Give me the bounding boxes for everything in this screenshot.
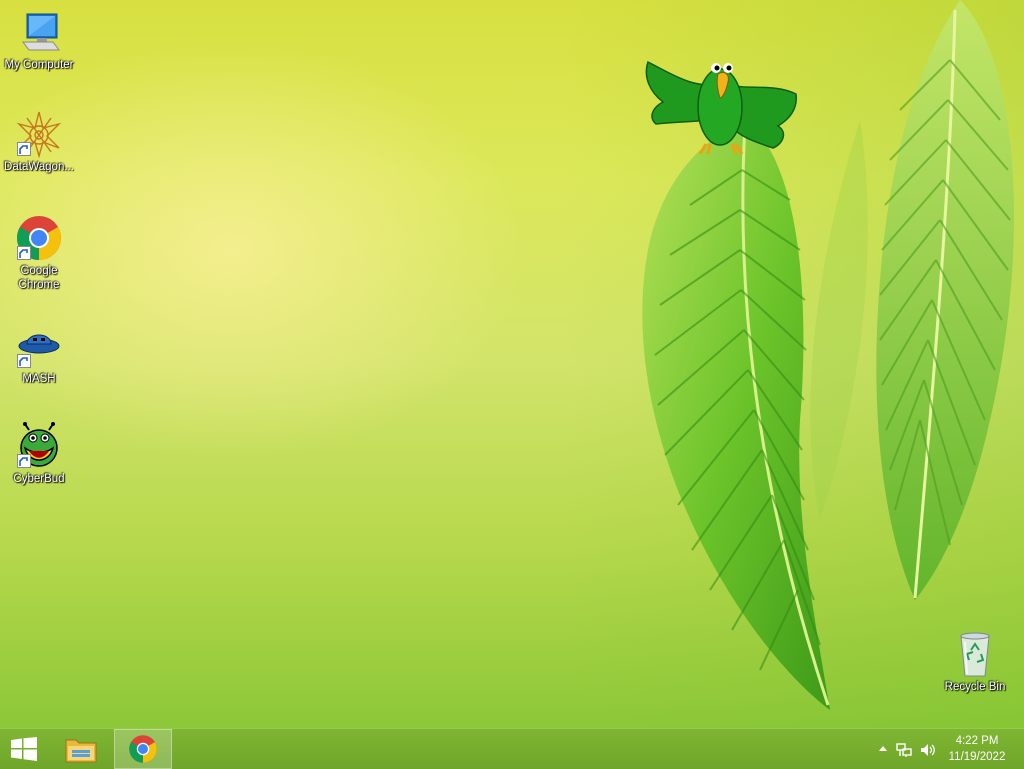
taskbar-google-chrome[interactable] [114,729,172,769]
desktop-icon-google-chrome[interactable]: Google Chrome [1,214,77,292]
windows-logo-icon [11,737,37,761]
taskbar: 4:22 PM 11/19/2022 [0,728,1024,769]
wallpaper-leaves [642,0,1014,710]
desktop-icon-cyberbud[interactable]: CyberBud [1,422,77,486]
shortcut-arrow-icon [17,354,31,368]
clock-time: 4:22 PM [955,735,999,747]
mash-hat-icon [15,322,63,370]
computer-icon [15,8,63,56]
desktop-icon-label: DataWagon... [4,161,74,173]
desktop-icon-label: MASH [22,373,56,385]
desktop-icon-mash[interactable]: MASH [1,322,77,386]
network-icon[interactable] [896,742,912,758]
desktop-icon-label: Recycle Bin [944,681,1006,693]
desktop-icon-label: My Computer [4,59,74,71]
datawagon-star-icon [15,110,63,159]
chrome-icon [129,735,157,763]
start-button[interactable] [0,729,48,769]
folder-icon [65,739,97,763]
taskbar-file-explorer[interactable] [56,729,106,769]
shortcut-arrow-icon [17,142,31,156]
clock[interactable]: 4:22 PM 11/19/2022 [942,733,1012,765]
parrot-icon[interactable] [638,52,802,160]
desktop-icon-label: CyberBud [13,473,65,485]
desktop-icon-recycle-bin[interactable]: Recycle Bin [937,630,1013,694]
speaker-icon[interactable] [920,742,936,758]
desktop-icon-label: Google Chrome [18,265,60,291]
desktop-icon-my-computer[interactable]: My Computer [1,8,77,72]
system-tray: 4:22 PM 11/19/2022 [864,729,1024,769]
desktop: My Computer DataWagon... Google Chrome M… [0,0,1024,728]
shortcut-arrow-icon [17,246,31,260]
shortcut-arrow-icon [17,454,31,468]
cyberbud-icon [15,422,63,470]
clock-date: 11/19/2022 [948,751,1006,763]
desktop-icon-datawagon[interactable]: DataWagon... [1,110,77,174]
chevron-up-icon[interactable] [878,744,888,752]
recycle-bin-icon [951,630,999,678]
chrome-icon [15,214,63,262]
